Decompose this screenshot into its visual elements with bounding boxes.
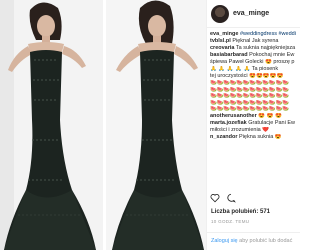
comment-text-line: 🙏 🙏 🙏 🙏 🙏 Ta piosenk	[210, 66, 279, 72]
emoji-row: 🍉🍉🍉🍉🍉🍉🍉🍉🍉🍉🍉🍉	[210, 80, 289, 86]
avatar[interactable]	[211, 4, 229, 23]
comment-user[interactable]: eva_minge	[210, 31, 238, 37]
post-date: 10 GODZ. TEMU	[211, 219, 250, 224]
login-footer: Zaloguj się aby polubić lub dodać	[207, 232, 300, 250]
comment-user[interactable]: creovaria	[210, 45, 234, 51]
photo-right[interactable]	[106, 0, 206, 250]
post-sidebar: eva_minge eva_minge #weddingdress #weddi…	[206, 0, 300, 250]
comment-text: 😍 😍 😍	[258, 112, 282, 119]
post-header: eva_minge	[207, 0, 300, 28]
comment-text: Gratulacje Pani Ew	[248, 119, 295, 126]
comment-text: Ta suknia najpiękniejsza	[235, 45, 296, 51]
comment-user[interactable]: basiabarbarad	[210, 52, 248, 58]
login-prompt-text: aby polubić lub dodać	[239, 238, 293, 244]
comment-text[interactable]: #weddingdress #weddi	[240, 31, 296, 37]
comment-row: marta.jozefiak Gratulacje Pani Ew	[210, 120, 300, 127]
comment-row: creovaria Ta suknia najpiękniejsza	[210, 45, 300, 52]
comment-user[interactable]: tvbIsl.pl	[210, 38, 231, 44]
likes-count[interactable]: Liczba polubień: 571	[211, 209, 270, 215]
dress-photo-left	[0, 0, 103, 250]
post-username[interactable]: eva_minge	[233, 10, 269, 17]
comment-user[interactable]: anotherusanother	[210, 113, 257, 119]
login-link[interactable]: Zaloguj się	[211, 238, 238, 244]
comment-row: eva_minge #weddingdress #weddi	[210, 31, 300, 38]
comment-icon[interactable]	[226, 193, 236, 203]
comments-list: eva_minge #weddingdress #weddi tvbIsl.pl…	[207, 28, 300, 141]
emoji-row: 🍉🍉🍉🍉🍉🍉🍉🍉🍉🍉🍉🍉	[210, 93, 289, 99]
photo-area	[0, 0, 206, 250]
comment-text: Piękna suknia 😍	[239, 133, 282, 140]
photo-left[interactable]	[0, 0, 103, 250]
heart-icon[interactable]	[210, 193, 220, 203]
comment-row: n_szandor Piękna suknia 😍	[210, 134, 300, 141]
comment-text: Pięknal Jak syrena	[232, 38, 279, 44]
comment-text-line: śpiewa Paweł Golecki 😍 proszę p	[210, 59, 295, 65]
comment-user[interactable]: n_szandor	[210, 134, 238, 140]
comment-text-line: tej uroczystości 😍😍😍😍😍	[210, 73, 284, 79]
comment-text: Pokochaj mnie Ew	[249, 52, 295, 58]
dress-photo-right	[106, 0, 206, 250]
comment-row: tvbIsl.pl Pięknal Jak syrena	[210, 38, 300, 45]
comment-user[interactable]: marta.jozefiak	[210, 120, 247, 126]
action-bar	[210, 193, 236, 203]
comment-row: basiabarbarad Pokochaj mnie Ew	[210, 52, 300, 59]
comment-text-line: miłości i zrozumienia ❤️	[210, 126, 270, 133]
comment-row: anotherusanother 😍 😍 😍	[210, 113, 300, 120]
